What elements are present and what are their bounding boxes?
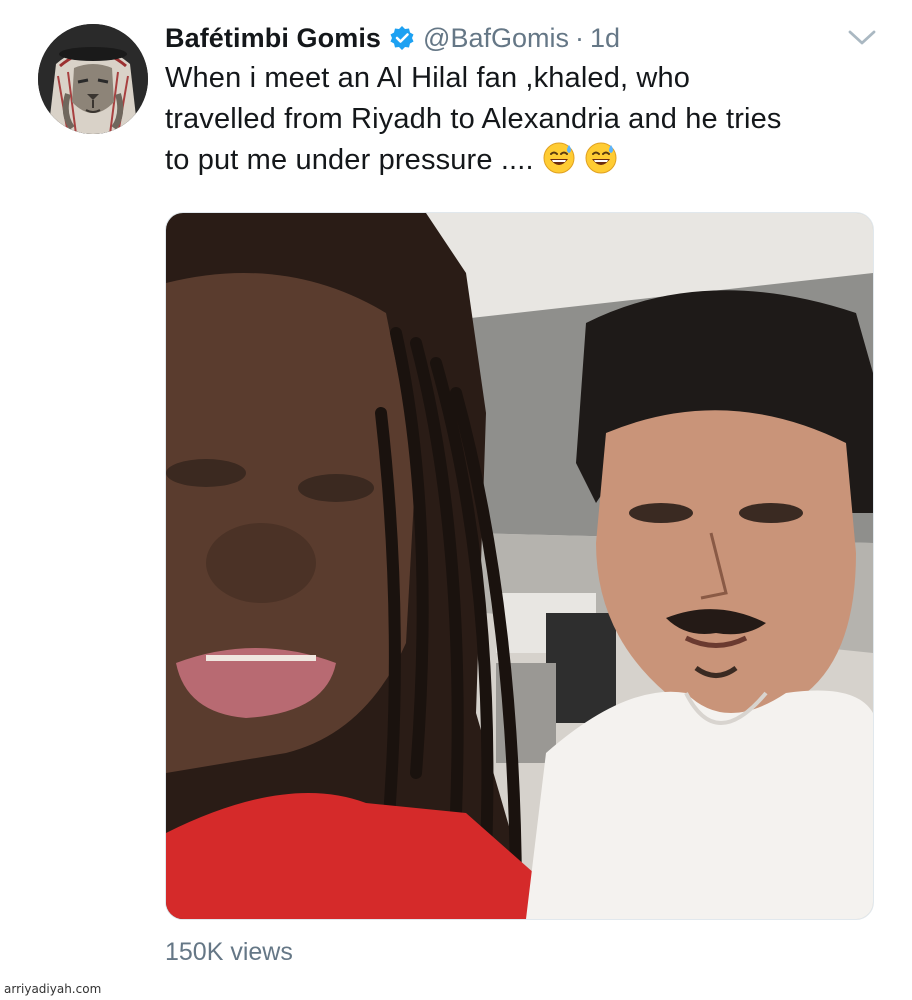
grinning-face-with-sweat-icon xyxy=(542,141,576,175)
tweet-text: When i meet an Al Hilal fan ,khaled, who… xyxy=(165,58,885,181)
tweet-header: Bafétimbi Gomis @BafGomis · 1d xyxy=(165,20,620,56)
tweet-text-line: to put me under pressure .... xyxy=(165,144,534,176)
view-count: 150K views xyxy=(165,938,293,966)
tweet-timestamp[interactable]: 1d xyxy=(590,23,620,54)
tweet-media-video[interactable] xyxy=(165,212,874,920)
tweet-card[interactable]: Bafétimbi Gomis @BafGomis · 1d When i me… xyxy=(0,0,912,1000)
tweet-text-line: travelled from Riyadh to Alexandria and … xyxy=(165,103,782,135)
header-separator: · xyxy=(575,22,584,53)
source-watermark: arriyadiyah.com xyxy=(4,982,102,996)
chevron-down-icon[interactable] xyxy=(845,26,879,48)
author-avatar[interactable] xyxy=(38,24,148,134)
tweet-text-line-with-emoji: to put me under pressure .... xyxy=(165,140,885,181)
author-handle[interactable]: @BafGomis xyxy=(423,23,569,54)
verified-badge-icon xyxy=(389,25,415,51)
video-thumbnail-image xyxy=(166,213,873,919)
author-display-name[interactable]: Bafétimbi Gomis xyxy=(165,23,381,54)
lion-avatar-icon xyxy=(38,24,148,134)
tweet-text-line: When i meet an Al Hilal fan ,khaled, who xyxy=(165,62,691,94)
grinning-face-with-sweat-icon xyxy=(584,141,618,175)
